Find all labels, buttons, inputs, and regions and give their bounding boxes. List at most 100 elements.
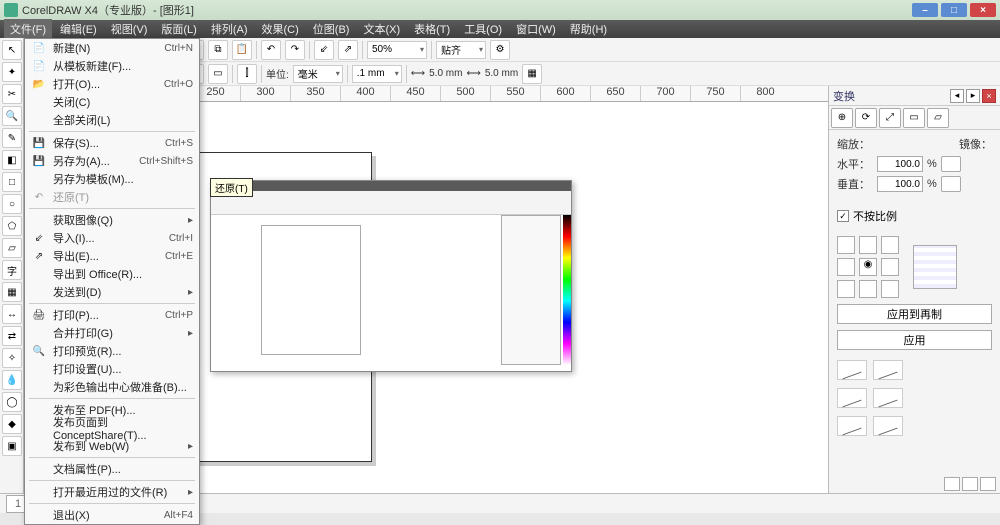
tab-size-icon[interactable]: ▭ (903, 108, 925, 128)
menu-layout[interactable]: 版面(L) (155, 19, 202, 39)
menu-item[interactable]: 打印设置(U)... (25, 360, 199, 378)
basic-shapes-icon[interactable]: ▱ (2, 238, 22, 258)
ellipse-tool-icon[interactable]: ○ (2, 194, 22, 214)
menu-item[interactable]: 发布页面到 ConceptShare(T)... (25, 419, 199, 437)
docker-prev-icon[interactable]: ◂ (950, 89, 964, 103)
unit-combo[interactable]: 毫米 (293, 65, 343, 83)
menu-item[interactable]: 🔍打印预览(R)... (25, 342, 199, 360)
close-button[interactable]: × (970, 3, 996, 17)
import-icon[interactable]: ⇙ (314, 40, 334, 60)
eyedropper-tool-icon[interactable]: 💧 (2, 370, 22, 390)
docker-close-icon[interactable]: × (982, 89, 996, 103)
menu-item[interactable]: 📄新建(N)Ctrl+N (25, 39, 199, 57)
menu-window[interactable]: 窗口(W) (510, 19, 562, 39)
menu-bitmap[interactable]: 位图(B) (307, 19, 356, 39)
mirror-v-icon[interactable] (941, 176, 961, 192)
freehand-tool-icon[interactable]: ✎ (2, 128, 22, 148)
menu-item-shortcut: Ctrl+E (165, 251, 193, 262)
rectangle-tool-icon[interactable]: □ (2, 172, 22, 192)
menu-item[interactable]: ⇗导出(E)...Ctrl+E (25, 247, 199, 265)
menu-item[interactable]: 🖨打印(P)...Ctrl+P (25, 306, 199, 324)
docker-icon-3[interactable] (980, 477, 996, 491)
apply-copy-button[interactable]: 应用到再制 (837, 304, 992, 324)
polygon-tool-icon[interactable]: ⬠ (2, 216, 22, 236)
dup-offset-icon[interactable]: ▦ (522, 64, 542, 84)
tab-rotate-icon[interactable]: ⟳ (855, 108, 877, 128)
crop-tool-icon[interactable]: ✂ (2, 84, 22, 104)
tab-position-icon[interactable]: ⊕ (831, 108, 853, 128)
menu-item[interactable]: ↶还原(T) (25, 188, 199, 206)
maximize-button[interactable]: □ (941, 3, 967, 17)
menu-item[interactable]: 全部关闭(L) (25, 111, 199, 129)
menu-item[interactable]: 文档属性(P)... (25, 460, 199, 478)
nudge-input[interactable]: .1 mm (352, 65, 402, 83)
mirror-h-icon[interactable] (941, 156, 961, 172)
menu-item[interactable]: 为彩色输出中心做准备(B)... (25, 378, 199, 396)
snap-combo[interactable]: 贴齐 (436, 41, 486, 59)
outline-preset-3[interactable] (837, 388, 867, 408)
redo-icon[interactable]: ↷ (285, 40, 305, 60)
table-tool-icon[interactable]: ▦ (2, 282, 22, 302)
nonprop-checkbox[interactable] (837, 210, 849, 222)
menu-item[interactable]: 关闭(C) (25, 93, 199, 111)
menu-edit[interactable]: 编辑(E) (54, 19, 103, 39)
minimize-button[interactable]: – (912, 3, 938, 17)
interactive-tool-icon[interactable]: ✧ (2, 348, 22, 368)
menu-item[interactable]: ⇙导入(I)...Ctrl+I (25, 229, 199, 247)
menu-item[interactable]: 发送到(D)▸ (25, 283, 199, 301)
ruler-mark: 300 (240, 86, 290, 101)
docker-next-icon[interactable]: ▸ (966, 89, 980, 103)
paste-icon[interactable]: 📋 (232, 40, 252, 60)
outline-preset-1[interactable] (837, 360, 867, 380)
menu-tools[interactable]: 工具(O) (458, 19, 508, 39)
shape-tool-icon[interactable]: ✦ (2, 62, 22, 82)
fill-tool-icon[interactable]: ◆ (2, 414, 22, 434)
menu-file[interactable]: 文件(F) (4, 19, 52, 39)
menu-view[interactable]: 视图(V) (105, 19, 154, 39)
outline-preset-6[interactable] (873, 416, 903, 436)
menu-item[interactable]: 📄从模板新建(F)... (25, 57, 199, 75)
tab-skew-icon[interactable]: ▱ (927, 108, 949, 128)
interactive-fill-icon[interactable]: ▣ (2, 436, 22, 456)
menu-effects[interactable]: 效果(C) (256, 19, 305, 39)
copy-icon[interactable]: ⧉ (208, 40, 228, 60)
tab-scale-icon[interactable]: ⤢ (879, 108, 901, 128)
zoom-combo[interactable]: 50% (367, 41, 427, 59)
zoom-tool-icon[interactable]: 🔍 (2, 106, 22, 126)
docker-icon-1[interactable] (944, 477, 960, 491)
outline-preset-2[interactable] (873, 360, 903, 380)
menu-item[interactable]: 📂打开(O)...Ctrl+O (25, 75, 199, 93)
menu-table[interactable]: 表格(T) (408, 19, 456, 39)
apply-button[interactable]: 应用 (837, 330, 992, 350)
menu-item[interactable]: 导出到 Office(R)... (25, 265, 199, 283)
docker-icon-2[interactable] (962, 477, 978, 491)
connector-tool-icon[interactable]: ⇄ (2, 326, 22, 346)
menu-arrange[interactable]: 排列(A) (205, 19, 254, 39)
menu-item[interactable]: 💾另存为(A)...Ctrl+Shift+S (25, 152, 199, 170)
menu-item[interactable]: 获取图像(Q)▸ (25, 211, 199, 229)
text-tool-icon[interactable]: 字 (2, 260, 22, 280)
v-scale-input[interactable] (877, 176, 923, 192)
anchor-grid[interactable] (837, 236, 899, 298)
menu-item[interactable]: 发布到 Web(W)▸ (25, 437, 199, 455)
menu-item-icon: ⇙ (31, 231, 47, 245)
outline-preset-5[interactable] (837, 416, 867, 436)
menu-item[interactable]: 退出(X)Alt+F4 (25, 506, 199, 524)
menu-item[interactable]: 合并打印(G)▸ (25, 324, 199, 342)
pick-tool-icon[interactable]: ↖ (2, 40, 22, 60)
menu-item[interactable]: 打开最近用过的文件(R)▸ (25, 483, 199, 501)
menu-item[interactable]: 另存为模板(M)... (25, 170, 199, 188)
smart-fill-icon[interactable]: ◧ (2, 150, 22, 170)
menu-item[interactable]: 💾保存(S)...Ctrl+S (25, 134, 199, 152)
export-icon[interactable]: ⇗ (338, 40, 358, 60)
options-icon[interactable]: ⚙ (490, 40, 510, 60)
undo-icon[interactable]: ↶ (261, 40, 281, 60)
outline-tool-icon[interactable]: ◯ (2, 392, 22, 412)
dimension-tool-icon[interactable]: ↔ (2, 304, 22, 324)
pages-icon[interactable]: ⫿ (237, 64, 257, 84)
outline-preset-4[interactable] (873, 388, 903, 408)
landscape-icon[interactable]: ▭ (208, 64, 228, 84)
menu-text[interactable]: 文本(X) (357, 19, 406, 39)
menu-help[interactable]: 帮助(H) (564, 19, 613, 39)
h-scale-input[interactable] (877, 156, 923, 172)
